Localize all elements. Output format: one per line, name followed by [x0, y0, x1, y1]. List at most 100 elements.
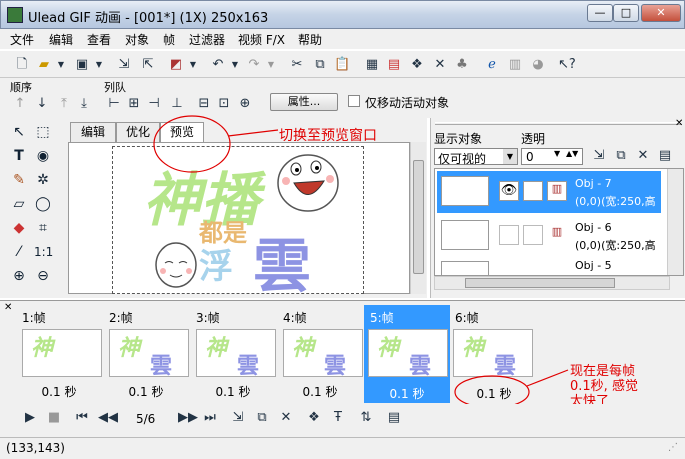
paint-dropdown-icon[interactable]: ▼: [185, 57, 201, 73]
save-dropdown-icon[interactable]: ▼: [91, 57, 107, 73]
frame-settings-icon[interactable]: ▤: [386, 410, 402, 426]
object-list-hscroll[interactable]: [434, 276, 670, 290]
frame-item[interactable]: 1:帧 神 0.1 秒: [16, 307, 102, 403]
frame-icon[interactable]: ▦: [364, 57, 380, 73]
eraser-tool-icon[interactable]: ▱: [10, 195, 28, 213]
undo-dropdown-icon[interactable]: ▼: [227, 57, 243, 73]
new-file-icon[interactable]: 🗋: [14, 57, 30, 73]
last-frame-icon[interactable]: ⏭: [202, 410, 218, 426]
save-icon[interactable]: ▣: [74, 57, 90, 73]
tween-icon[interactable]: ❖: [409, 57, 425, 73]
add-frame-icon[interactable]: ⇲: [230, 410, 246, 426]
bring-to-front-icon[interactable]: ⤒: [56, 96, 72, 112]
paste-icon[interactable]: 📋: [334, 57, 350, 73]
transform-tool-icon[interactable]: ◉: [34, 147, 52, 165]
text-tool-icon[interactable]: T: [10, 147, 28, 165]
text-frame-icon[interactable]: Ŧ: [330, 410, 346, 426]
menu-frame[interactable]: 帧: [163, 31, 175, 48]
move-active-only-checkbox[interactable]: [348, 95, 360, 107]
align-bottom-icon[interactable]: ⊥: [169, 96, 185, 112]
open-dropdown-icon[interactable]: ▼: [53, 57, 69, 73]
tab-edit[interactable]: 编辑: [70, 122, 116, 142]
frame-item[interactable]: 4:帧 神雲 0.1 秒: [277, 307, 363, 403]
canvas-vertical-scrollbar[interactable]: [410, 142, 426, 294]
menu-view[interactable]: 查看: [87, 31, 111, 48]
frame-panel-close-icon[interactable]: ✕: [4, 302, 12, 313]
menu-filter[interactable]: 过滤器: [189, 31, 225, 48]
center-both-icon[interactable]: ⊕: [237, 96, 253, 112]
object-mode-icon[interactable]: ▥: [547, 181, 567, 201]
menu-edit[interactable]: 编辑: [49, 31, 73, 48]
export-icon[interactable]: ⇱: [140, 57, 156, 73]
menu-help[interactable]: 帮助: [298, 31, 322, 48]
object-properties-icon[interactable]: ▤: [657, 148, 673, 164]
fill-tool-icon[interactable]: ◆: [10, 219, 28, 237]
stop-icon[interactable]: ■: [46, 410, 62, 426]
zoom-in-icon[interactable]: ⊕: [10, 267, 28, 285]
marquee-tool-icon[interactable]: ⬚: [34, 123, 52, 141]
chevron-down-icon[interactable]: ▼: [503, 149, 517, 164]
align-right-icon[interactable]: ⊣: [146, 96, 162, 112]
delete-icon[interactable]: ✕: [432, 57, 448, 73]
align-center-icon[interactable]: ⊞: [126, 96, 142, 112]
eyedropper-icon[interactable]: ⁄: [10, 243, 28, 261]
object-row[interactable]: Obj - 5: [437, 259, 661, 275]
lock-toggle[interactable]: [523, 225, 543, 245]
magic-wand-icon[interactable]: ✲: [34, 171, 52, 189]
object-list-vscroll[interactable]: [667, 169, 683, 275]
brush-tool-icon[interactable]: ✎: [10, 171, 28, 189]
visibility-toggle[interactable]: [499, 225, 519, 245]
undo-icon[interactable]: ↶: [210, 57, 226, 73]
crop-tool-icon[interactable]: ⌗: [34, 219, 52, 237]
duplicate-object-icon[interactable]: ⧉: [613, 148, 629, 164]
display-objects-select[interactable]: 仅可视的 ▼: [434, 148, 518, 166]
reverse-frames-icon[interactable]: ⇅: [358, 410, 374, 426]
delete-frame-icon[interactable]: ✕: [278, 410, 294, 426]
center-horizontal-icon[interactable]: ⊡: [216, 96, 232, 112]
transparency-spin-icon[interactable]: ▲▼: [566, 149, 578, 158]
browser-preview-icon[interactable]: ℯ: [484, 57, 500, 73]
import-icon[interactable]: ⇲: [116, 57, 132, 73]
previous-frame-icon[interactable]: ◀◀: [98, 410, 118, 426]
lasso-tool-icon[interactable]: ◯: [34, 195, 52, 213]
next-frame-icon[interactable]: ▶▶: [178, 410, 198, 426]
redo-dropdown-icon[interactable]: ▼: [263, 57, 279, 73]
duplicate-frame-icon[interactable]: ⧉: [254, 410, 270, 426]
menu-file[interactable]: 文件: [10, 31, 34, 48]
send-to-back-icon[interactable]: ⤓: [76, 96, 92, 112]
delete-object-icon[interactable]: ✕: [635, 148, 651, 164]
play-icon[interactable]: ▶: [22, 410, 38, 426]
close-button[interactable]: ✕: [641, 4, 681, 22]
lock-toggle[interactable]: [523, 181, 543, 201]
redo-icon[interactable]: ↷: [246, 57, 262, 73]
align-left-icon[interactable]: ⊢: [106, 96, 122, 112]
menu-video-fx[interactable]: 视频 F/X: [238, 31, 285, 48]
transparency-input[interactable]: 0 ▼ ▲▼: [521, 148, 583, 165]
zoom-out-icon[interactable]: ⊖: [34, 267, 52, 285]
object-row-selected[interactable]: 👁 ▥ Obj - 7 (0,0)(宽:250,高: [437, 171, 661, 213]
resize-grip-icon[interactable]: ⋰: [668, 442, 678, 453]
frame-properties-icon[interactable]: ▤: [386, 57, 402, 73]
pick-tool-icon[interactable]: ↖: [10, 123, 28, 141]
visibility-eye-icon[interactable]: 👁: [499, 181, 519, 201]
minimize-button[interactable]: —: [587, 4, 613, 22]
cut-icon[interactable]: ✂: [289, 57, 305, 73]
bring-forward-icon[interactable]: ↑: [12, 96, 28, 112]
tween-frame-icon[interactable]: ❖: [306, 410, 322, 426]
transparency-dropdown-icon[interactable]: ▼: [554, 149, 560, 158]
copy-icon[interactable]: ⧉: [312, 57, 328, 73]
new-object-icon[interactable]: ⇲: [591, 148, 607, 164]
paint-icon[interactable]: ◩: [168, 57, 184, 73]
properties-button[interactable]: 属性...: [270, 93, 338, 111]
help-pointer-icon[interactable]: ↖?: [558, 57, 576, 73]
stamp-icon[interactable]: ♣: [454, 57, 470, 73]
menu-object[interactable]: 对象: [125, 31, 149, 48]
frame-item[interactable]: 3:帧 神雲 0.1 秒: [190, 307, 276, 403]
first-frame-icon[interactable]: ⏮: [74, 410, 90, 426]
actual-size-icon[interactable]: 1:1: [34, 243, 53, 261]
frame-item[interactable]: 2:帧 神雲 0.1 秒: [103, 307, 189, 403]
panel-close-icon[interactable]: ✕: [675, 118, 683, 129]
frame-item-selected[interactable]: 5:帧 神雲 0.1 秒: [364, 307, 450, 403]
open-folder-icon[interactable]: ▰: [36, 57, 52, 73]
object-mode-icon[interactable]: ▥: [547, 225, 567, 245]
